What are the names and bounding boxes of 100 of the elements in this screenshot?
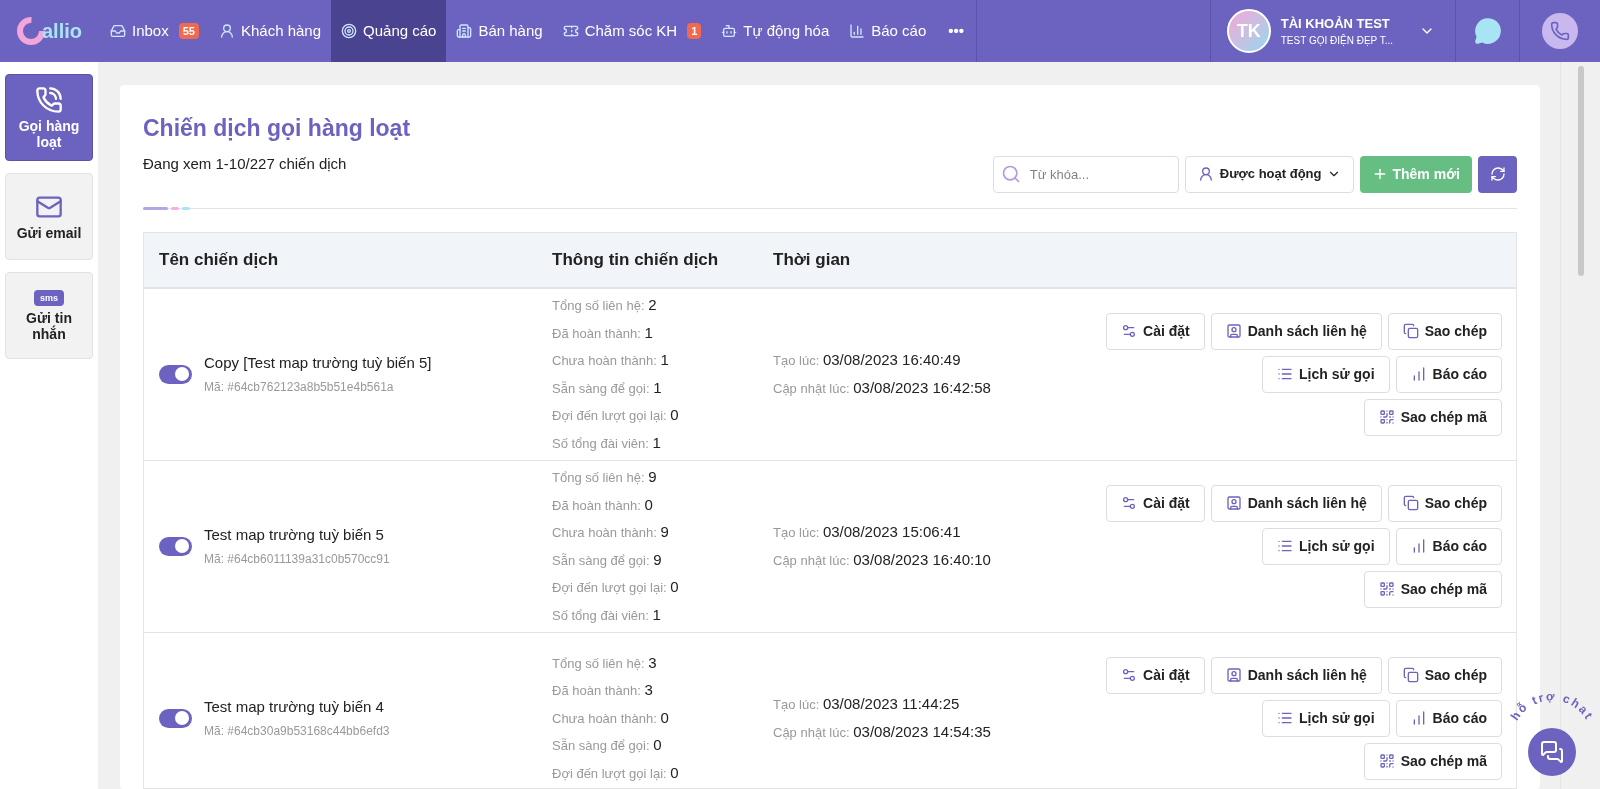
action-button[interactable]: Danh sách liên hệ: [1210, 312, 1382, 350]
info-line: Tổng số liên hệ: 9: [552, 467, 658, 487]
phone-icon: [1542, 13, 1578, 49]
chat-bubbles-icon: [1473, 17, 1502, 45]
action-button[interactable]: Sao chép mã: [1363, 570, 1502, 608]
nav-tab-icon: [721, 23, 738, 39]
nav-tab-icon: [341, 23, 358, 39]
nav-tab-icon: [218, 23, 235, 39]
nav-tab[interactable]: Khách hàng: [208, 0, 332, 62]
contact-card-icon: [1225, 495, 1242, 511]
action-button[interactable]: Cài đặt: [1106, 312, 1205, 350]
qr-code-icon: [1378, 753, 1395, 769]
info-line: Đã hoàn thành: 1: [552, 322, 654, 343]
nav-tab[interactable]: Tự động hóa: [711, 0, 840, 62]
list-icon: [1277, 366, 1294, 382]
search-field[interactable]: Từ khóa...: [992, 155, 1179, 193]
phone-call-icon: [35, 85, 63, 114]
sidebar-item[interactable]: Gửi email: [5, 173, 93, 260]
avatar: TK: [1226, 9, 1271, 53]
info-line: Sẵn sàng để gọi: 0: [552, 735, 663, 756]
nav-tab[interactable]: Bán hàng: [446, 0, 553, 62]
action-button[interactable]: Sao chép: [1387, 312, 1502, 350]
toggle-switch[interactable]: [159, 708, 192, 728]
action-button[interactable]: Lịch sử gọi: [1262, 527, 1390, 565]
action-button[interactable]: Danh sách liên hệ: [1210, 484, 1382, 522]
action-button[interactable]: Báo cáo: [1395, 699, 1502, 737]
campaign-name: Test map trường tuỳ biến 4: [204, 696, 385, 717]
list-icon: [1277, 710, 1294, 726]
toggle-switch[interactable]: [159, 364, 192, 384]
user-icon: [1197, 166, 1214, 182]
info-line: Số tổng đài viên: 1: [552, 604, 662, 625]
sidebar-item[interactable]: sms Gửi tin nhắn: [5, 272, 93, 359]
action-button[interactable]: Sao chép mã: [1363, 398, 1502, 436]
nav-tab[interactable]: Inbox 55: [100, 0, 209, 62]
action-button[interactable]: Lịch sử gọi: [1262, 699, 1390, 737]
contact-card-icon: [1225, 323, 1242, 339]
action-button[interactable]: Sao chép: [1387, 656, 1502, 694]
account-menu[interactable]: TK TÀI KHOẢN TEST TEST GỌI ĐIỆN ĐẸP T...: [1209, 0, 1456, 62]
time-line: Cập nhật lúc: 03/08/2023 16:42:58: [773, 377, 991, 398]
column-header: Thông tin chiến dịch: [552, 248, 720, 271]
info-line: Đợi đến lượt gọi lại: 0: [552, 577, 680, 597]
action-button[interactable]: Cài đặt: [1106, 484, 1205, 522]
info-line: Chưa hoàn thành: 0: [552, 707, 670, 728]
action-button[interactable]: Báo cáo: [1395, 527, 1502, 565]
nav-tab-icon: [562, 23, 579, 39]
nav-tab-icon: [110, 23, 126, 39]
nav-tab[interactable]: Báo cáo: [839, 0, 937, 62]
page-title: Chiến dịch gọi hàng loạt: [143, 114, 412, 143]
action-button[interactable]: Cài đặt: [1106, 656, 1205, 694]
info-line: Tổng số liên hệ: 3: [552, 652, 658, 673]
nav-tab[interactable]: Quảng cáo: [331, 0, 447, 62]
info-line: Đã hoàn thành: 0: [552, 494, 654, 515]
sidebar-item[interactable]: Gọi hàng loạt: [5, 74, 93, 161]
nav-tab[interactable]: Chăm sóc KH 1: [552, 0, 712, 62]
toggle-switch[interactable]: [159, 536, 192, 556]
info-line: Sẵn sàng để gọi: 9: [552, 549, 663, 570]
info-line: Đợi đến lượt gọi lại: 0: [552, 405, 680, 425]
info-line: Sẵn sàng để gọi: 1: [552, 377, 663, 398]
time-line: Tạo lúc: 03/08/2023 16:40:49: [773, 350, 962, 370]
search-icon: [1000, 163, 1021, 184]
info-line: Chưa hoàn thành: 1: [552, 350, 670, 370]
count-badge: 55: [178, 23, 199, 39]
action-button[interactable]: Sao chép: [1387, 484, 1502, 522]
nav-tab-icon: [456, 23, 473, 39]
refresh-icon: [1489, 166, 1506, 182]
time-line: Cập nhật lúc: 03/08/2023 14:54:35: [773, 721, 991, 742]
status-filter-dropdown[interactable]: Được hoạt động: [1184, 155, 1355, 193]
campaign-name: Copy [Test map trường tuỳ biến 5]: [204, 352, 432, 373]
campaign-code: Mã: #64cb6011139a31c0b570cc91: [204, 551, 390, 569]
copy-icon: [1402, 667, 1419, 683]
refresh-button[interactable]: [1478, 155, 1517, 193]
count-badge: 1: [687, 23, 702, 39]
sms-bubble-icon: sms: [34, 289, 64, 306]
info-line: Số tổng đài viên: 1: [552, 432, 662, 453]
copy-icon: [1402, 323, 1419, 339]
qr-code-icon: [1378, 581, 1395, 597]
info-line: Đợi đến lượt gọi lại: 0: [552, 762, 680, 783]
copy-icon: [1402, 495, 1419, 511]
action-button[interactable]: Sao chép mã: [1363, 742, 1502, 780]
time-line: Cập nhật lúc: 03/08/2023 16:40:10: [773, 549, 991, 570]
account-subtitle: TEST GỌI ĐIỆN ĐẸP T...: [1280, 33, 1393, 49]
info-line: Đã hoàn thành: 3: [552, 680, 654, 701]
list-icon: [1277, 538, 1294, 554]
info-line: Tổng số liên hệ: 2: [552, 295, 658, 315]
time-line: Tạo lúc: 03/08/2023 11:44:25: [773, 694, 961, 714]
column-header: Tên chiến dịch: [158, 248, 280, 271]
qr-code-icon: [1378, 409, 1395, 425]
campaign-code: Mã: #64cb762123a8b5b51e4b561a: [204, 379, 395, 397]
action-button[interactable]: Báo cáo: [1395, 355, 1502, 393]
result-summary: Đang xem 1-10/227 chiến dịch: [143, 153, 347, 174]
action-button[interactable]: Lịch sử gọi: [1262, 355, 1390, 393]
campaign-code: Mã: #64cb30a9b53168c44bb6efd3: [204, 723, 390, 741]
time-line: Tạo lúc: 03/08/2023 15:06:41: [773, 522, 962, 542]
contact-card-icon: [1225, 667, 1242, 683]
more-button[interactable]: •••: [936, 0, 978, 62]
campaign-name: Test map trường tuỳ biến 5: [204, 524, 385, 545]
action-button[interactable]: Danh sách liên hệ: [1210, 656, 1382, 694]
logo-text: allio: [42, 19, 82, 44]
nav-tab-icon: [849, 23, 866, 39]
column-header: Thời gian: [773, 248, 851, 271]
